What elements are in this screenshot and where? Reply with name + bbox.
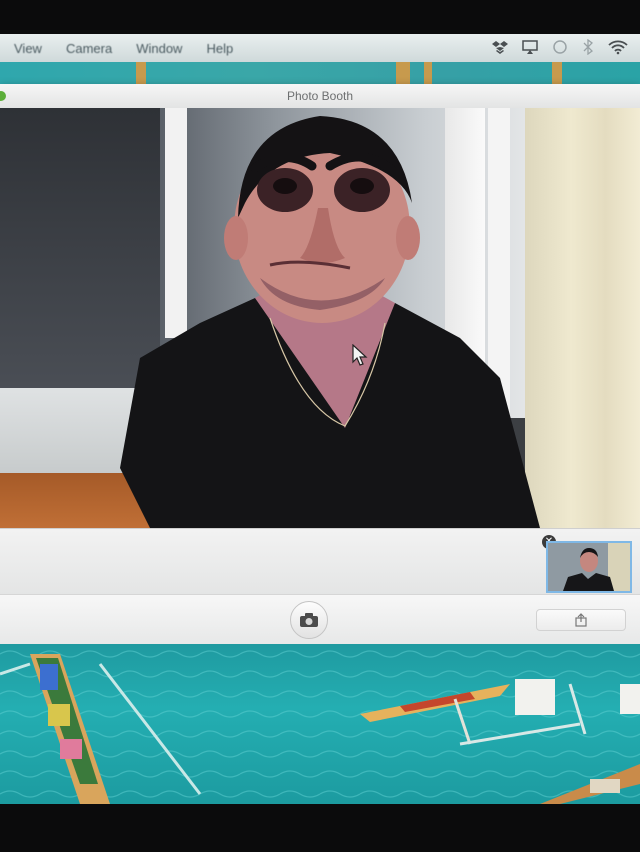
- person-video-feed: [120, 116, 540, 528]
- photo-strip: ✕: [0, 528, 640, 595]
- airplay-icon[interactable]: [522, 39, 538, 55]
- screen: View Camera Window Help Photo Booth: [0, 34, 640, 804]
- photo-booth-window: Photo Booth: [0, 84, 640, 645]
- camera-icon: [300, 613, 318, 627]
- menu-help[interactable]: Help: [206, 41, 233, 56]
- bottom-toolbar: [0, 594, 640, 645]
- menu-camera[interactable]: Camera: [66, 41, 112, 56]
- dropbox-icon[interactable]: [492, 39, 508, 55]
- window-title-bar[interactable]: Photo Booth: [0, 84, 640, 109]
- camera-preview: [0, 108, 640, 528]
- wifi-icon[interactable]: [608, 39, 628, 55]
- desktop-wallpaper: [0, 644, 640, 804]
- menu-bar: View Camera Window Help: [0, 34, 640, 62]
- menu-view[interactable]: View: [14, 41, 42, 56]
- share-icon: [575, 613, 587, 627]
- share-button[interactable]: [536, 609, 626, 631]
- bluetooth-icon[interactable]: [582, 39, 594, 55]
- take-photo-button[interactable]: [290, 601, 328, 639]
- menu-window[interactable]: Window: [136, 41, 182, 56]
- mouse-cursor-icon: [352, 344, 368, 366]
- window-title: Photo Booth: [286, 89, 354, 103]
- status-icons: [492, 39, 628, 55]
- photo-thumbnail[interactable]: [546, 541, 632, 593]
- sync-icon[interactable]: [552, 39, 568, 55]
